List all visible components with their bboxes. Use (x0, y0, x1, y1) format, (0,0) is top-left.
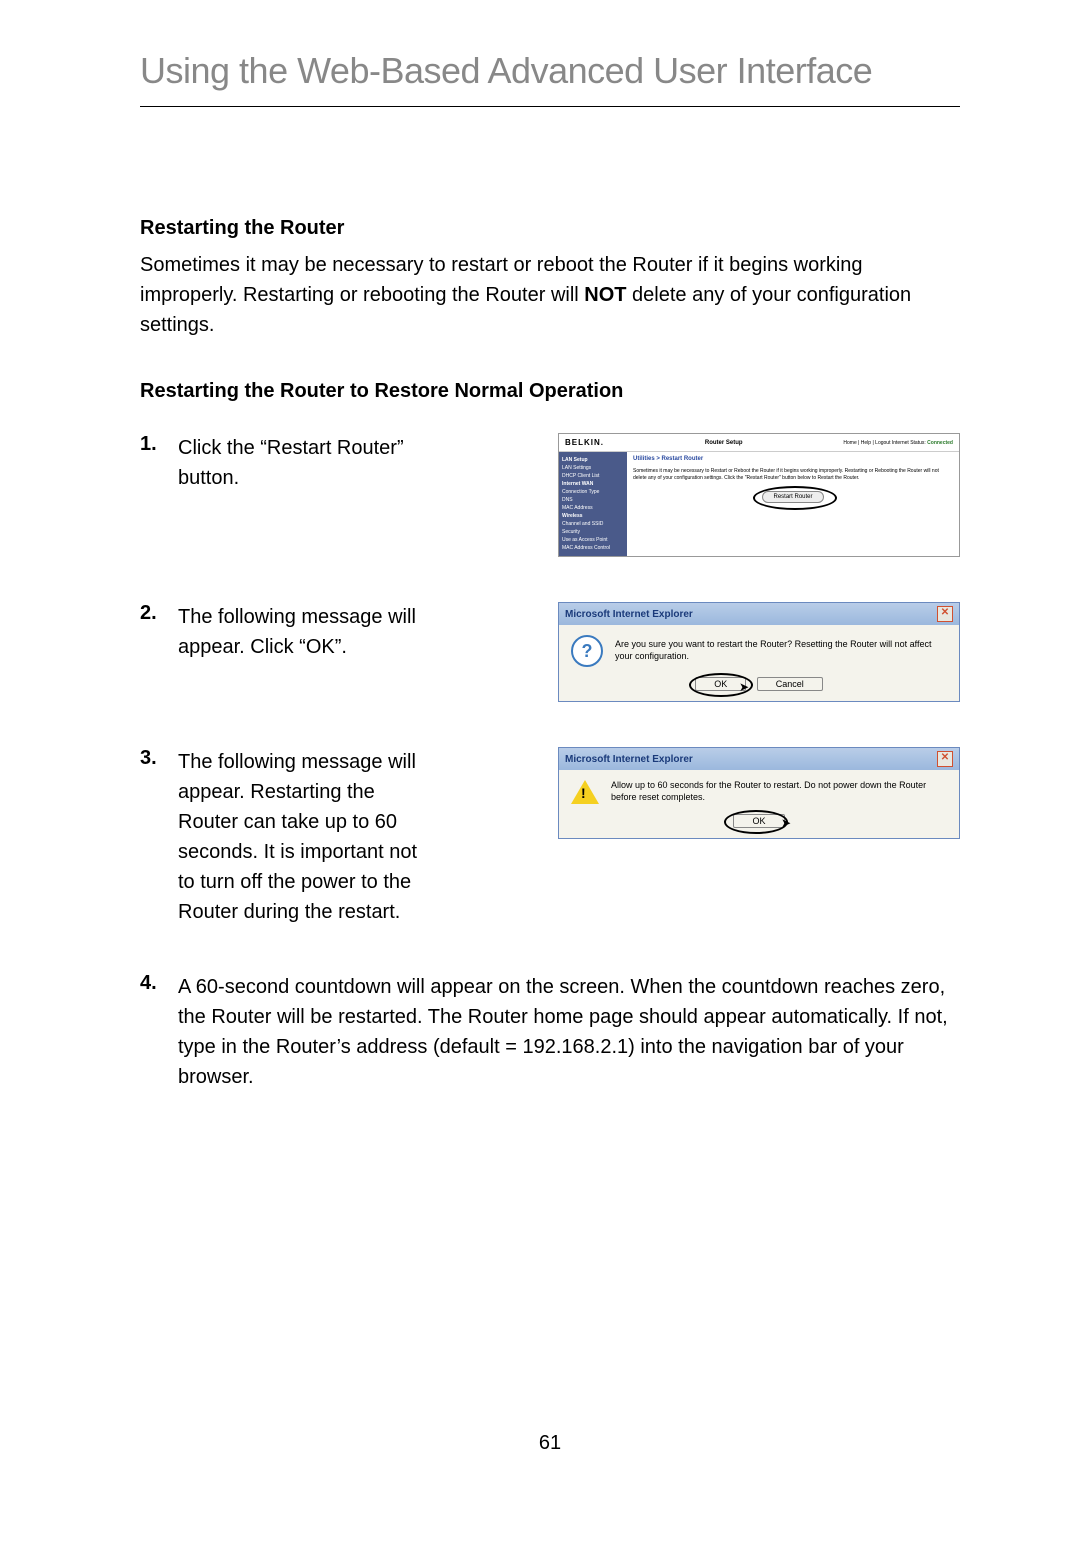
page-title: Using the Web-Based Advanced User Interf… (140, 50, 960, 107)
sidebar-item[interactable]: Channel and SSID (562, 520, 624, 528)
sidebar-item[interactable]: Internet WAN (562, 480, 624, 488)
section-heading-restore: Restarting the Router to Restore Normal … (140, 380, 960, 403)
dialog-title: Microsoft Internet Explorer (565, 754, 693, 765)
step-1-text: Click the “Restart Router” button. (178, 433, 428, 493)
sidebar-item[interactable]: MAC Address Control (562, 544, 624, 552)
section-heading-restarting: Restarting the Router (140, 217, 960, 240)
sidebar-item[interactable]: Use as Access Point (562, 536, 624, 544)
step-2-num: 2. (140, 602, 178, 625)
step-1-image: BELKIN. Router Setup Home | Help | Logou… (428, 433, 960, 557)
router-sidebar: LAN Setup LAN Settings DHCP Client List … (559, 452, 627, 556)
close-icon[interactable]: ✕ (937, 751, 953, 767)
sidebar-item[interactable]: DNS (562, 496, 624, 504)
ie-info-dialog: Microsoft Internet Explorer ✕ Allow up t… (558, 747, 960, 839)
step-2-image: Microsoft Internet Explorer ✕ ? Are you … (428, 602, 960, 702)
router-status-connected: Connected (927, 440, 953, 446)
restart-router-button[interactable]: Restart Router (762, 491, 823, 503)
sidebar-item[interactable]: LAN Settings (562, 464, 624, 472)
step-3: 3. The following message will appear. Re… (140, 747, 960, 927)
sidebar-item[interactable]: Connection Type (562, 488, 624, 496)
sidebar-item[interactable]: DHCP Client List (562, 472, 624, 480)
sidebar-item[interactable]: MAC Address (562, 504, 624, 512)
dialog-message: Are you sure you want to restart the Rou… (615, 639, 947, 662)
router-header-title: Router Setup (705, 440, 743, 446)
step-3-image: Microsoft Internet Explorer ✕ Allow up t… (428, 747, 960, 839)
close-icon[interactable]: ✕ (937, 606, 953, 622)
step-4: 4. A 60-second countdown will appear on … (140, 972, 960, 1092)
section1-paragraph: Sometimes it may be necessary to restart… (140, 250, 960, 340)
warning-icon (571, 780, 599, 804)
sidebar-item[interactable]: Security (562, 528, 624, 536)
step-3-text: The following message will appear. Resta… (178, 747, 428, 927)
document-page: Using the Web-Based Advanced User Interf… (0, 0, 1080, 1515)
sidebar-item[interactable]: LAN Setup (562, 456, 624, 464)
question-icon: ? (571, 635, 603, 667)
router-admin-screenshot: BELKIN. Router Setup Home | Help | Logou… (558, 433, 960, 557)
cancel-button[interactable]: Cancel (757, 677, 823, 691)
ok-button[interactable]: OK (733, 814, 784, 828)
step-3-num: 3. (140, 747, 178, 770)
router-links-text: Home | Help | Logout Internet Status: (843, 440, 927, 446)
step-4-text: A 60-second countdown will appear on the… (178, 972, 960, 1092)
cursor-icon: ➤ (739, 680, 749, 694)
ie-confirm-dialog: Microsoft Internet Explorer ✕ ? Are you … (558, 602, 960, 702)
page-number: 61 (140, 1432, 960, 1455)
steps-list: 1. Click the “Restart Router” button. BE… (140, 433, 960, 1092)
router-logo: BELKIN. (565, 438, 604, 447)
router-header-links: Home | Help | Logout Internet Status: Co… (843, 440, 953, 446)
step-2: 2. The following message will appear. Cl… (140, 602, 960, 702)
step-4-num: 4. (140, 972, 178, 995)
router-breadcrumb: Utilities > Restart Router (633, 456, 953, 462)
sidebar-item[interactable]: Wireless (562, 512, 624, 520)
cursor-icon: ➤ (781, 816, 791, 830)
router-description: Sometimes it may be necessary to Restart… (633, 468, 953, 481)
dialog-message: Allow up to 60 seconds for the Router to… (611, 780, 947, 803)
step-1: 1. Click the “Restart Router” button. BE… (140, 433, 960, 557)
dialog-title: Microsoft Internet Explorer (565, 609, 693, 620)
step-2-text: The following message will appear. Click… (178, 602, 428, 662)
para-part-b-bold: NOT (584, 284, 626, 306)
step-1-num: 1. (140, 433, 178, 456)
